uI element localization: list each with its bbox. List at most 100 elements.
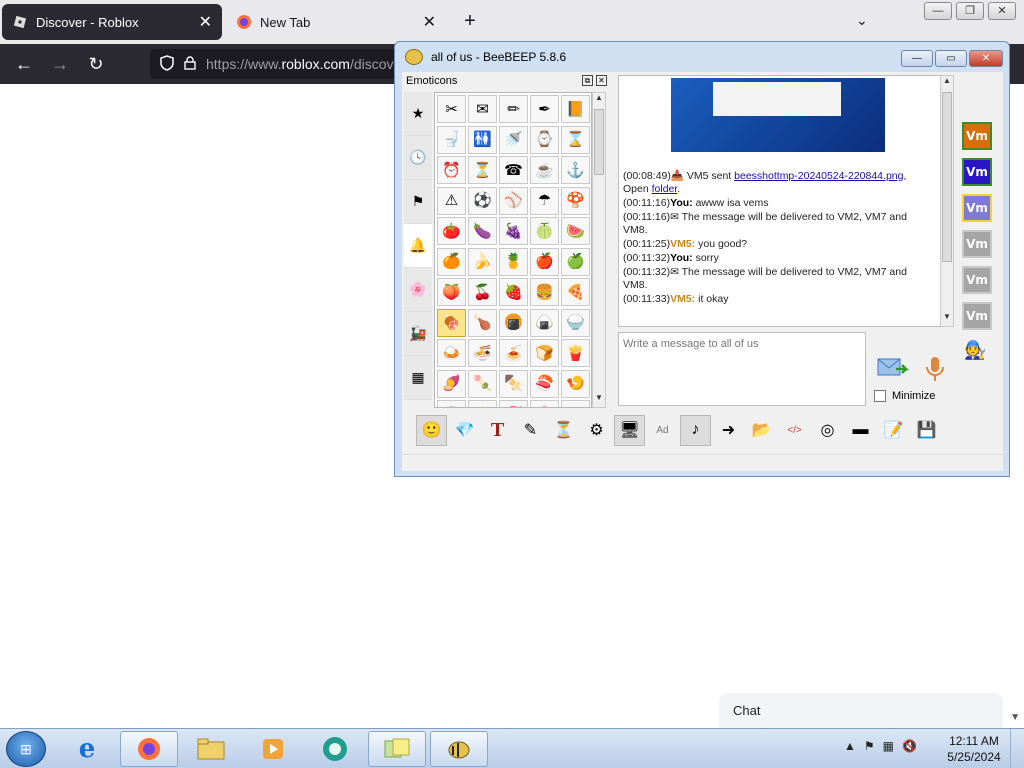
close-tab-icon[interactable]: ✕: [423, 12, 436, 32]
reload-button[interactable]: ↻: [78, 54, 114, 75]
emoticon-button[interactable]: 📙: [561, 95, 590, 123]
scroll-thumb[interactable]: [594, 109, 604, 175]
forward-button[interactable]: →: [42, 54, 78, 75]
code-button[interactable]: </>: [779, 415, 810, 446]
minimize-button[interactable]: —: [901, 50, 933, 67]
emoticon-button[interactable]: 🍎: [530, 247, 559, 276]
notes-icon[interactable]: 📝: [878, 415, 909, 446]
emoticon-button[interactable]: 🍟: [561, 339, 590, 367]
emoticon-button[interactable]: 🍔: [530, 278, 559, 306]
scroll-thumb[interactable]: [942, 92, 952, 262]
user-avatar[interactable]: Vm: [962, 266, 992, 294]
emoticon-button[interactable]: ☎: [499, 156, 528, 184]
emoticon-button[interactable]: ☂: [530, 186, 559, 215]
emoticon-button[interactable]: 🍝: [499, 339, 528, 367]
emoticon-button[interactable]: 🚻: [468, 125, 497, 154]
emoticon-button[interactable]: 🍦: [468, 400, 497, 407]
media-player-icon[interactable]: [244, 731, 302, 767]
emoticon-button[interactable]: 🍅: [437, 217, 466, 245]
emoticons-button[interactable]: 🙂: [416, 414, 447, 446]
emoticon-button[interactable]: ⏳: [468, 156, 497, 184]
ad-button[interactable]: Ad: [647, 415, 678, 446]
emoticon-button[interactable]: 🍕: [561, 278, 590, 306]
emoticon-category-tab[interactable]: ★: [404, 92, 432, 136]
users-tool-icon[interactable]: 🧑‍🔧: [964, 340, 986, 361]
emoticon-button[interactable]: ✏: [499, 95, 528, 123]
show-desktop-button[interactable]: [1010, 729, 1024, 768]
firefox-taskbar-item[interactable]: [120, 731, 178, 767]
emoticon-button[interactable]: ⚽: [468, 186, 497, 215]
emoticon-category-tab[interactable]: ▦: [404, 356, 432, 400]
emoticon-button[interactable]: ☕: [530, 156, 559, 184]
emoticon-category-tab[interactable]: ⚑: [404, 180, 432, 224]
emoticon-button[interactable]: 🍆: [468, 217, 497, 245]
beebeep-taskbar-item[interactable]: [430, 731, 488, 767]
minimize-checkbox[interactable]: Minimize: [874, 390, 935, 402]
emoticon-category-tab[interactable]: 🕓: [404, 136, 432, 180]
show-hidden-icons[interactable]: ▲: [844, 739, 856, 753]
encrypt-gem-icon[interactable]: 💎: [449, 415, 480, 446]
emoticon-button[interactable]: 🍉: [561, 217, 590, 245]
close-button[interactable]: ✕: [969, 50, 1003, 67]
music-note-icon[interactable]: ♪: [680, 414, 711, 446]
save-chat-icon[interactable]: 💾: [911, 415, 942, 446]
new-tab-button[interactable]: +: [460, 10, 480, 34]
emoticon-button[interactable]: 🍜: [468, 339, 497, 367]
close-tab-icon[interactable]: ✕: [199, 12, 212, 32]
emoticon-button[interactable]: 🍄: [561, 186, 590, 215]
font-button[interactable]: T: [482, 415, 513, 446]
file-explorer-icon[interactable]: [182, 731, 240, 767]
emoticon-button[interactable]: 🚽: [437, 125, 466, 154]
emoticon-button[interactable]: 🍑: [437, 278, 466, 306]
emoticon-category-tab[interactable]: 🔔: [404, 224, 432, 268]
emoticon-button[interactable]: 🍣: [530, 369, 559, 398]
filter-button[interactable]: ⏳: [548, 415, 579, 446]
tab-discover-roblox[interactable]: Discover - Roblox ✕: [2, 4, 222, 40]
emoticon-button[interactable]: 🍌: [468, 247, 497, 276]
emoticon-button[interactable]: 🍘: [499, 308, 528, 337]
minimize-button[interactable]: —: [924, 2, 952, 20]
emoticon-button[interactable]: ⚠: [437, 186, 466, 215]
emoticon-button[interactable]: 🍒: [468, 278, 497, 306]
scroll-down-arrow[interactable]: ▼: [941, 312, 953, 326]
send-message-button[interactable]: [876, 355, 910, 383]
chat-widget[interactable]: Chat: [719, 693, 1003, 728]
emoticon-button[interactable]: 🍗: [468, 308, 497, 337]
scroll-up-arrow[interactable]: ▲: [593, 93, 605, 107]
close-panel-icon[interactable]: ✕: [596, 75, 607, 86]
scroll-down-arrow[interactable]: ▼: [593, 393, 605, 407]
emoticon-category-tab[interactable]: 🚂: [404, 312, 432, 356]
voice-message-button[interactable]: [920, 354, 950, 384]
tab-new-tab[interactable]: New Tab ✕: [226, 4, 446, 40]
open-folder-link[interactable]: folder: [652, 183, 678, 195]
user-avatar[interactable]: Vm: [962, 230, 992, 258]
internet-explorer-icon[interactable]: e: [58, 731, 116, 767]
emoticon-button[interactable]: 🍍: [499, 247, 528, 276]
emoticon-button[interactable]: 🍇: [499, 217, 528, 245]
emoticon-button[interactable]: 🍓: [499, 278, 528, 306]
file-link[interactable]: beesshottmp-20240524-220844.png: [734, 170, 903, 182]
emoticon-button[interactable]: 🚿: [499, 125, 528, 154]
emoticon-button[interactable]: ✂: [437, 95, 466, 123]
user-avatar[interactable]: Vm: [962, 158, 992, 186]
back-button[interactable]: ←: [6, 54, 42, 75]
message-input[interactable]: Write a message to all of us: [618, 332, 866, 406]
emoticon-button[interactable]: 🍤: [561, 369, 590, 398]
emoticon-button[interactable]: 🍥: [437, 400, 466, 407]
emoticon-scrollbar[interactable]: ▲ ▼: [592, 92, 606, 408]
chat-scrollbar[interactable]: ▲ ▼: [940, 75, 954, 327]
emoticon-button[interactable]: ⌚: [530, 125, 559, 154]
emoticon-button[interactable]: 🍊: [437, 247, 466, 276]
restore-button[interactable]: ❐: [956, 2, 984, 20]
checkbox[interactable]: [874, 390, 886, 402]
text-color-button[interactable]: ✎: [515, 415, 546, 446]
emoticon-button[interactable]: 🍈: [530, 217, 559, 245]
app-icon[interactable]: [306, 731, 364, 767]
notes-taskbar-item[interactable]: [368, 731, 426, 767]
close-button[interactable]: ✕: [988, 2, 1016, 20]
emoticon-button[interactable]: 🍖: [437, 308, 466, 337]
emoticon-button[interactable]: ✉: [468, 95, 497, 123]
volume-muted-icon[interactable]: 🔇: [902, 739, 917, 753]
webcam-icon[interactable]: ◎: [812, 415, 843, 446]
shield-icon[interactable]: [160, 54, 174, 74]
